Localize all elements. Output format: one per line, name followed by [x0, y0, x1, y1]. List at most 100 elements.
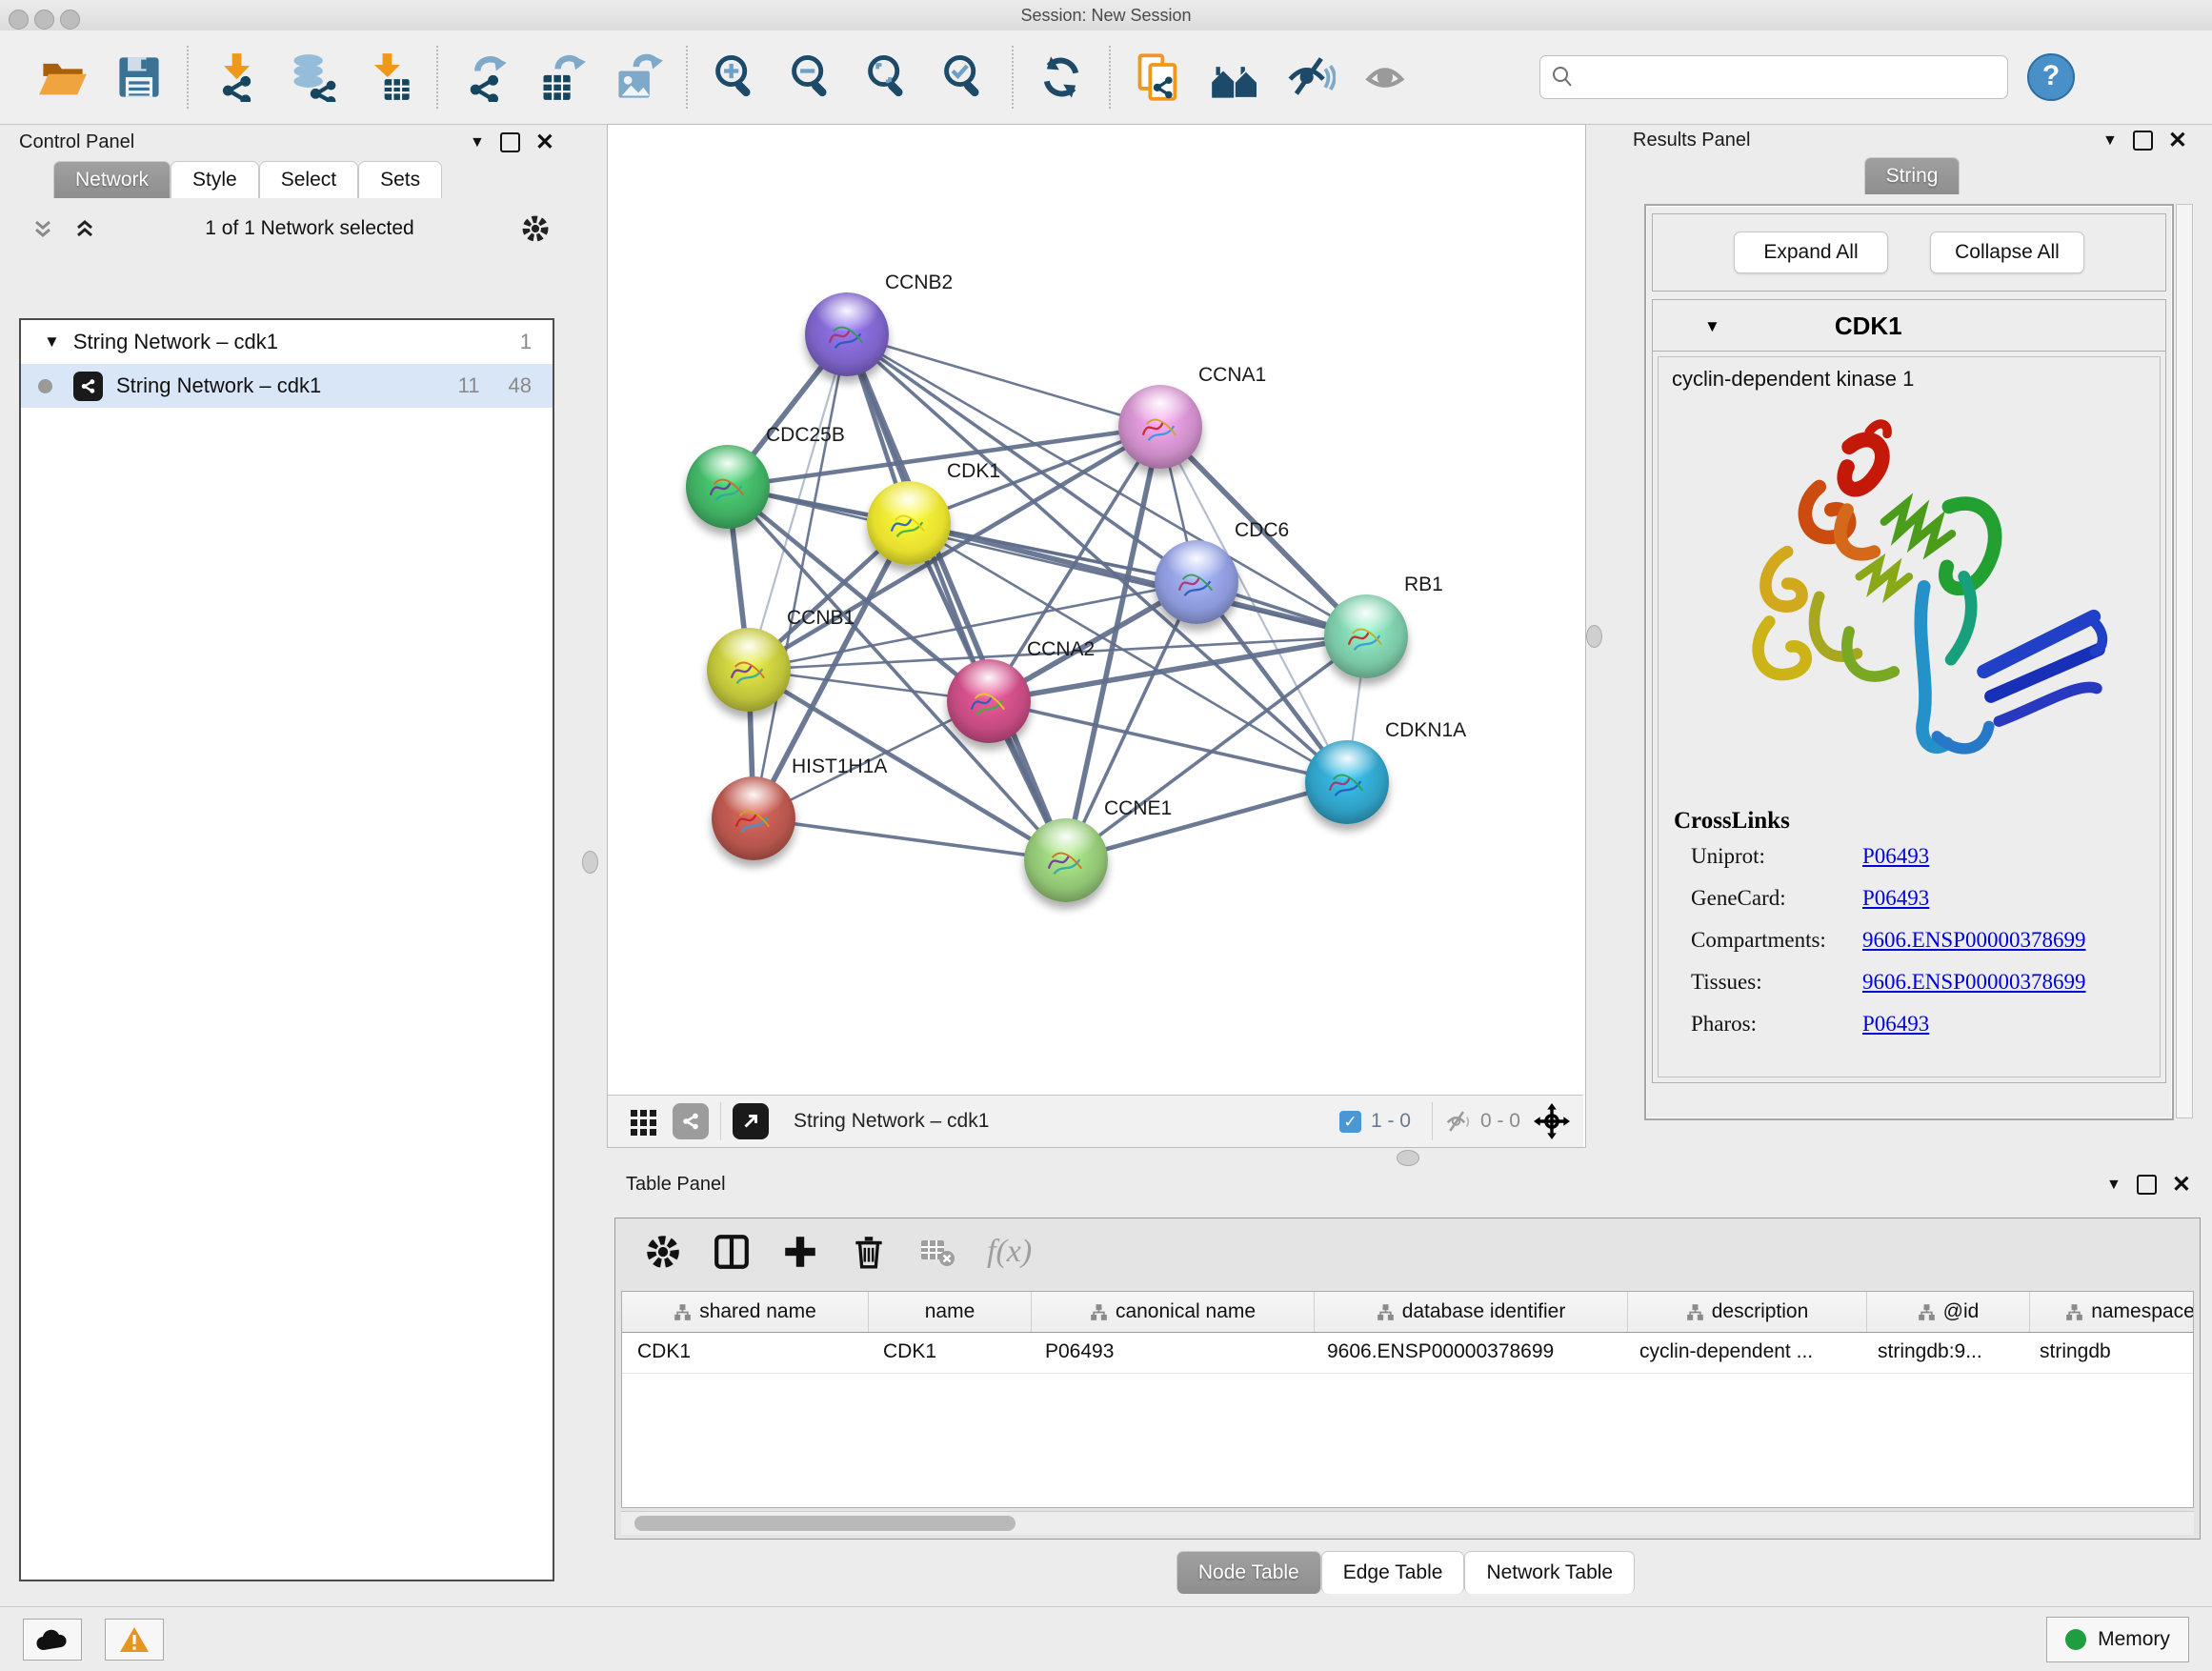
import-table-file-icon[interactable] [364, 52, 413, 102]
export-table-icon[interactable] [537, 52, 587, 102]
hide-selected-icon[interactable] [1286, 52, 1336, 102]
left-splitter-handle[interactable] [582, 851, 598, 874]
table-settings-gear-icon[interactable] [644, 1233, 682, 1271]
node-CCNA2[interactable] [947, 659, 1031, 743]
column-header-database-identifier[interactable]: database identifier [1315, 1292, 1628, 1332]
float-panel-icon[interactable] [2137, 1175, 2157, 1195]
show-all-icon[interactable] [1362, 52, 1412, 102]
tab-string[interactable]: String [1864, 157, 1961, 194]
table-cell[interactable]: CDK1 [622, 1333, 868, 1373]
close-panel-icon[interactable]: ✕ [2172, 1177, 2191, 1193]
node-CDK1[interactable] [867, 481, 951, 565]
results-scrollbar[interactable] [2176, 204, 2193, 1118]
main-toolbar: ? [0, 30, 2212, 125]
search-field[interactable] [1539, 55, 2008, 99]
node-CDC6[interactable] [1155, 540, 1238, 624]
help-button[interactable]: ? [2027, 53, 2075, 101]
tab-style[interactable]: Style [171, 161, 259, 198]
crosslink-compartments-link[interactable]: 9606.ENSP00000378699 [1862, 928, 2086, 953]
search-input[interactable] [1575, 66, 1998, 90]
close-panel-icon[interactable]: ✕ [2168, 132, 2187, 149]
panel-menu-icon[interactable]: ▼ [470, 134, 485, 151]
network-canvas[interactable]: CCNB2CCNA1CDC25BCDK1CDC6RB1CCNB1CCNA2CDK… [608, 125, 1583, 1094]
memory-button[interactable]: Memory [2046, 1617, 2189, 1662]
column-header-description[interactable]: description [1628, 1292, 1867, 1332]
right-splitter-handle[interactable] [1586, 625, 1602, 648]
crosslink-uniprot-link[interactable]: P06493 [1862, 844, 1929, 869]
node-CCNA1[interactable] [1118, 385, 1202, 469]
zoom-fit-icon[interactable] [863, 52, 913, 102]
float-panel-icon[interactable] [2133, 131, 2153, 151]
network-collection-row[interactable]: ▼ String Network – cdk1 1 [21, 320, 553, 364]
cloud-button[interactable] [23, 1619, 82, 1661]
selected-checkbox-icon[interactable]: ✓ [1339, 1111, 1361, 1133]
crosslink-genecard-link[interactable]: P06493 [1862, 886, 1929, 911]
zoom-in-icon[interactable] [711, 52, 760, 102]
panel-menu-icon[interactable]: ▼ [2102, 132, 2118, 150]
table-cell[interactable]: stringdb:9... [1862, 1333, 2024, 1373]
node-RB1[interactable] [1324, 594, 1408, 678]
table-cell[interactable]: cyclin-dependent ... [1624, 1333, 1862, 1373]
new-network-from-selection-icon[interactable] [1134, 52, 1183, 102]
application-window: Session: New Session [0, 0, 2212, 1671]
float-panel-icon[interactable] [500, 132, 520, 152]
column-header--id[interactable]: @id [1867, 1292, 2030, 1332]
open-in-new-window-icon[interactable] [733, 1103, 769, 1139]
table-row[interactable]: CDK1CDK1P064939606.ENSP00000378699cyclin… [622, 1333, 2193, 1374]
export-network-icon[interactable] [461, 52, 511, 102]
zoom-selected-icon[interactable] [939, 52, 989, 102]
gear-icon[interactable] [520, 213, 551, 244]
tab-node-table[interactable]: Node Table [1176, 1551, 1321, 1594]
collapse-all-icon[interactable] [29, 214, 57, 243]
close-panel-icon[interactable]: ✕ [535, 134, 554, 151]
collapse-triangle-icon[interactable]: ▼ [44, 332, 60, 352]
collapse-all-button[interactable]: Collapse All [1930, 232, 2084, 273]
delete-column-icon[interactable] [850, 1233, 888, 1271]
node-CDC25B[interactable] [686, 445, 770, 529]
open-session-icon[interactable] [38, 52, 88, 102]
column-header-name[interactable]: name [869, 1292, 1032, 1332]
table-horizontal-scrollbar[interactable] [621, 1511, 2194, 1535]
zoom-out-icon[interactable] [787, 52, 836, 102]
tab-network[interactable]: Network [53, 161, 171, 198]
node-CCNB1[interactable] [707, 628, 791, 712]
tab-sets[interactable]: Sets [358, 161, 442, 198]
section-collapse-icon[interactable]: ▼ [1704, 317, 1720, 336]
node-CDKN1A[interactable] [1305, 740, 1389, 824]
birds-eye-view-icon[interactable] [1534, 1103, 1570, 1139]
scrollbar-thumb[interactable] [634, 1516, 1016, 1531]
import-network-database-icon[interactable] [288, 52, 337, 102]
table-cell[interactable]: stringdb [2024, 1333, 2194, 1373]
crosslink-pharos-link[interactable]: P06493 [1862, 1012, 1929, 1037]
tab-select[interactable]: Select [259, 161, 358, 198]
tab-edge-table[interactable]: Edge Table [1321, 1551, 1465, 1594]
save-session-icon[interactable] [114, 52, 164, 102]
column-header-namespace[interactable]: namespace [2030, 1292, 2194, 1332]
node-CCNE1[interactable] [1024, 818, 1108, 902]
network-badge-icon[interactable] [673, 1103, 709, 1139]
warnings-button[interactable] [105, 1619, 164, 1661]
refresh-icon[interactable] [1036, 52, 1086, 102]
panel-menu-icon[interactable]: ▼ [2106, 1177, 2122, 1194]
show-columns-icon[interactable] [713, 1233, 751, 1271]
bottom-splitter-handle[interactable] [1397, 1150, 1419, 1166]
expand-all-button[interactable]: Expand All [1734, 232, 1888, 273]
crosslink-tissues-link[interactable]: 9606.ENSP00000378699 [1862, 970, 2086, 995]
table-cell[interactable]: P06493 [1030, 1333, 1312, 1373]
add-column-icon[interactable] [781, 1233, 819, 1271]
table-cell[interactable]: CDK1 [868, 1333, 1030, 1373]
node-CCNB2[interactable] [805, 292, 889, 376]
column-header-shared-name[interactable]: shared name [622, 1292, 869, 1332]
tab-network-table[interactable]: Network Table [1464, 1551, 1635, 1594]
network-row[interactable]: String Network – cdk1 11 48 [21, 364, 553, 408]
table-cell[interactable]: 9606.ENSP00000378699 [1312, 1333, 1624, 1373]
import-network-file-icon[interactable] [211, 52, 261, 102]
crosslink-label: Compartments: [1691, 928, 1862, 953]
expand-all-icon[interactable] [70, 214, 99, 243]
column-header-canonical-name[interactable]: canonical name [1032, 1292, 1315, 1332]
node-HIST1H1A[interactable] [712, 776, 795, 860]
grid-view-icon[interactable] [629, 1106, 659, 1137]
first-neighbors-icon[interactable] [1210, 52, 1259, 102]
export-image-icon[interactable] [613, 52, 663, 102]
protein-structure-image [1659, 392, 2160, 796]
